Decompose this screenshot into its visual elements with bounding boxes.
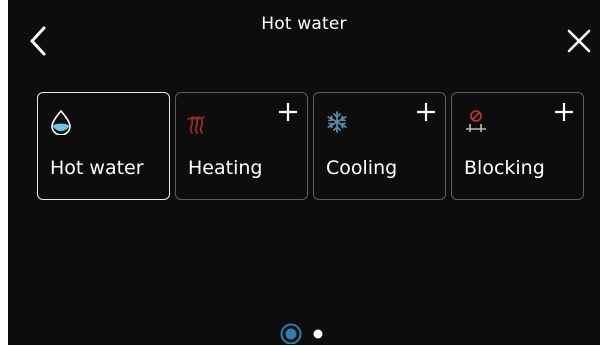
plus-icon [279, 103, 297, 121]
screen: Hot water Hot water Heating Cooling Bloc… [8, 0, 600, 345]
water-drop-icon [48, 109, 74, 136]
tile-label: Blocking [464, 157, 545, 179]
tile-label: Hot water [50, 157, 144, 179]
tile-label: Cooling [326, 157, 398, 179]
back-button[interactable] [26, 24, 52, 58]
plus-icon [417, 103, 435, 121]
add-blocking-button[interactable] [553, 101, 575, 123]
close-icon [567, 29, 591, 53]
add-cooling-button[interactable] [415, 101, 437, 123]
page-dot-active[interactable] [280, 323, 302, 345]
plus-icon [555, 103, 573, 121]
page-title: Hot water [261, 14, 347, 34]
tile-heating[interactable]: Heating [175, 92, 308, 200]
blocking-icon [462, 109, 488, 135]
page-dot[interactable] [313, 329, 323, 339]
add-heating-button[interactable] [277, 101, 299, 123]
close-button[interactable] [566, 28, 592, 54]
heating-icon [186, 109, 212, 135]
snowflake-icon [324, 109, 350, 135]
tile-label: Heating [188, 157, 263, 179]
tile-blocking[interactable]: Blocking [451, 92, 584, 200]
chevron-left-icon [30, 26, 46, 56]
page-indicator [278, 322, 338, 345]
tile-hot-water[interactable]: Hot water [37, 92, 170, 200]
tile-cooling[interactable]: Cooling [313, 92, 446, 200]
